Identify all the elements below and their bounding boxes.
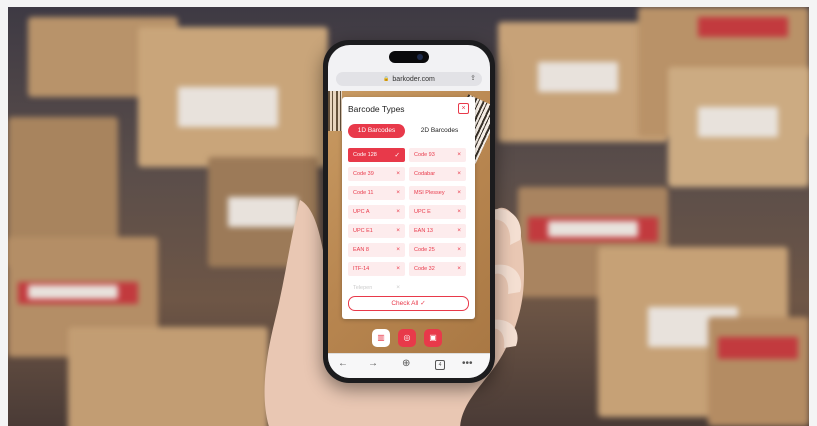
panel-title: Barcode Types <box>348 104 405 114</box>
mode-camera-button[interactable]: ◎ <box>398 329 416 347</box>
close-icon: × <box>457 246 461 253</box>
barcode-option[interactable]: MSI Plessey × <box>409 186 466 200</box>
barcode-option[interactable]: Codabar × <box>409 167 466 181</box>
barcode-option[interactable]: ITF-14 × <box>348 262 405 276</box>
close-icon: × <box>396 246 400 253</box>
forward-button[interactable]: → <box>368 358 378 369</box>
barcode-option-label: UPC A <box>353 209 370 215</box>
close-icon: × <box>396 227 400 234</box>
phone-frame: 🔒 barkoder.com ⇪ Barcode Types × 1D Barc… <box>323 40 495 383</box>
barcode-option-label: Code 32 <box>414 266 435 272</box>
bg-box <box>138 27 328 167</box>
close-icon: × <box>396 208 400 215</box>
close-icon: × <box>457 151 461 158</box>
camera-lens <box>417 54 423 60</box>
mode-gallery-button[interactable]: ▣ <box>424 329 442 347</box>
camera-icon: ◎ <box>403 333 411 342</box>
tab-2d-barcodes[interactable]: 2D Barcodes <box>411 124 468 138</box>
close-icon: × <box>457 208 461 215</box>
barcode-option[interactable]: Telepen × <box>348 281 405 295</box>
barcode-option-label: Codabar <box>414 171 436 177</box>
barcode-option[interactable]: Code 93 × <box>409 148 466 162</box>
barcode-option[interactable]: EAN 13 × <box>409 224 466 238</box>
close-icon: × <box>396 189 400 196</box>
plus-icon: ⊕ <box>402 358 411 369</box>
close-icon: × <box>396 265 400 272</box>
barcode-option-label: Code 39 <box>353 171 374 177</box>
barcode-option[interactable]: UPC E1 × <box>348 224 405 238</box>
more-icon: ••• <box>462 358 473 369</box>
barcode-option[interactable]: EAN 8 × <box>348 243 405 257</box>
barcode-option[interactable]: Code 32 × <box>409 262 466 276</box>
tabs-count-button[interactable]: 4 <box>435 360 445 370</box>
close-icon: × <box>396 284 400 291</box>
check-icon: ✓ <box>394 152 400 159</box>
stage: 🔒 barkoder.com ⇪ Barcode Types × 1D Barc… <box>0 0 817 426</box>
close-icon: × <box>457 227 461 234</box>
barcode-types-panel: Barcode Types × 1D Barcodes 2D Barcodes … <box>342 97 475 319</box>
arrow-left-icon: ← <box>338 358 348 369</box>
back-button[interactable]: ← <box>338 358 348 369</box>
scan-mode-bar: ▥ ◎ ▣ <box>372 329 446 347</box>
dynamic-island <box>389 51 429 63</box>
barcode-option-label: ITF-14 <box>353 266 370 272</box>
share-icon[interactable]: ⇪ <box>470 74 476 82</box>
close-icon: × <box>457 170 461 177</box>
barcode-option-label: Telepen <box>353 285 373 291</box>
barcode-option-label: EAN 13 <box>414 228 433 234</box>
lock-icon: 🔒 <box>383 76 390 82</box>
tab-1d-barcodes[interactable]: 1D Barcodes <box>348 124 405 138</box>
more-menu-button[interactable]: ••• <box>462 358 473 369</box>
check-all-button[interactable]: Check All ✓ <box>348 296 469 311</box>
check-icon: ✓ <box>420 300 426 307</box>
barcode-option-label: Code 93 <box>414 152 435 158</box>
barcode-stripes <box>328 91 342 131</box>
arrow-right-icon: → <box>368 358 378 369</box>
mode-barcode-button[interactable]: ▥ <box>372 329 390 347</box>
barcode-option-label: Code 11 <box>353 190 374 196</box>
close-icon: × <box>457 265 461 272</box>
barcode-option[interactable]: Code 39 × <box>348 167 405 181</box>
check-all-label: Check All <box>391 300 419 307</box>
address-bar[interactable]: 🔒 barkoder.com ⇪ <box>336 72 482 86</box>
barcode-option-label: EAN 8 <box>353 247 369 253</box>
barcode-option[interactable]: Code 25 × <box>409 243 466 257</box>
close-icon: × <box>396 170 400 177</box>
new-tab-button[interactable]: ⊕ <box>402 358 410 369</box>
barcode-icon: ▥ <box>377 333 385 342</box>
bg-box <box>708 317 809 426</box>
bg-box <box>668 67 809 187</box>
close-icon: × <box>461 105 466 112</box>
barcode-option[interactable]: Code 128 ✓ <box>348 148 405 162</box>
barcode-option[interactable]: Code 11 × <box>348 186 405 200</box>
barcode-option[interactable]: UPC E × <box>409 205 466 219</box>
barcode-option-label: Code 25 <box>414 247 435 253</box>
phone-screen: 🔒 barkoder.com ⇪ Barcode Types × 1D Barc… <box>328 45 490 378</box>
close-icon: × <box>457 189 461 196</box>
barcode-option-label: UPC E1 <box>353 228 373 234</box>
barcode-option[interactable]: UPC A × <box>348 205 405 219</box>
gallery-icon: ▣ <box>429 333 437 342</box>
barcode-option-label: MSI Plessey <box>414 190 445 196</box>
close-panel-button[interactable]: × <box>458 103 469 114</box>
barcode-option-label: UPC E <box>414 209 431 215</box>
browser-toolbar: ← → ⊕ 4 ••• <box>328 353 490 378</box>
barcode-option-label: Code 128 <box>353 152 377 158</box>
url-text: barkoder.com <box>392 75 435 83</box>
